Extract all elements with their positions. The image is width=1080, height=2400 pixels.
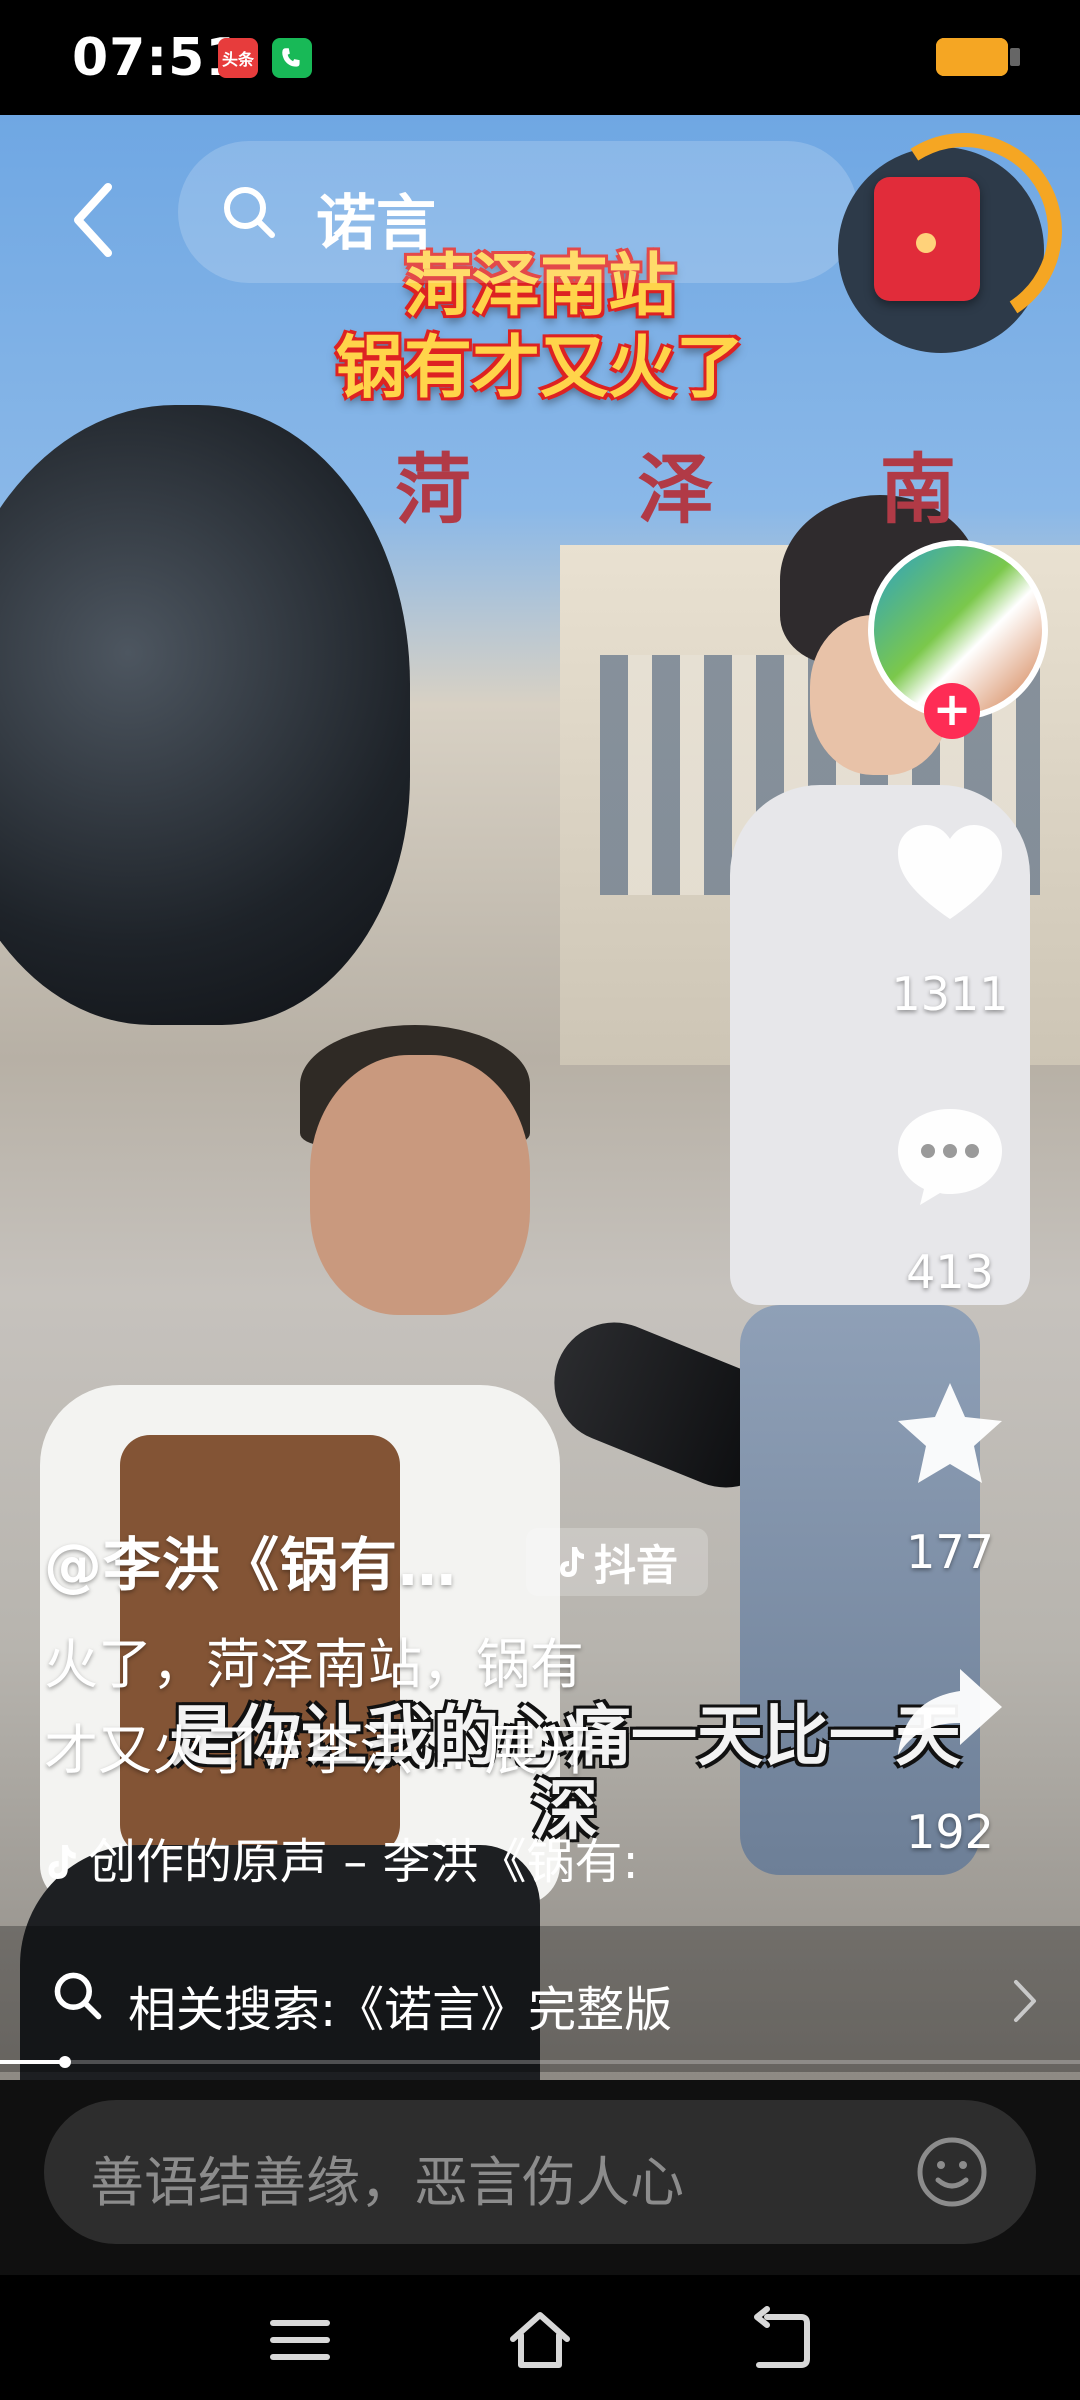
toutiao-app-icon: 头条 <box>218 38 258 78</box>
comment-count: 413 <box>906 1245 994 1299</box>
action-rail: + 1311 413 177 192 <box>820 520 1080 1940</box>
douyin-badge: 抖音 <box>526 1528 708 1596</box>
share-count: 192 <box>906 1805 994 1859</box>
author-name[interactable]: @李洪《锅有… <box>44 1518 457 1602</box>
battery-icon <box>936 38 1008 76</box>
post-description[interactable]: 火了，菏泽南站，锅有 才又火了#李洪… 展开 <box>44 1622 704 1794</box>
comment-icon <box>898 1109 1002 1205</box>
chevron-right-icon <box>1014 1980 1036 2022</box>
related-search-bar[interactable]: 相关搜索:《诺言》完整版 <box>0 1926 1080 2072</box>
phone-app-icon <box>272 38 312 78</box>
red-envelope-seal <box>916 233 936 253</box>
status-bar: 07:51 头条 <box>0 0 1080 115</box>
douyin-badge-label: 抖音 <box>593 1540 678 1590</box>
comment-placeholder: 善语结善缘，恶言伤人心 <box>90 2151 684 2214</box>
share-button[interactable]: 192 <box>890 1655 1010 1859</box>
search-query[interactable]: 诺言 <box>316 175 436 262</box>
related-search-text: 相关搜索:《诺言》完整版 <box>128 1982 673 2038</box>
video-progress-handle[interactable] <box>59 2056 71 2068</box>
battery-cap <box>1010 48 1020 66</box>
music-note-icon <box>48 1845 76 1879</box>
post-description-line-2: 才又火了#李洪… 展开 <box>44 1719 593 1782</box>
heart-icon <box>898 825 1002 919</box>
search-bar[interactable] <box>178 141 858 283</box>
system-nav-bar <box>0 2275 1080 2400</box>
home-icon[interactable] <box>505 2305 575 2375</box>
toutiao-label: 头条 <box>221 50 254 69</box>
like-button[interactable]: 1311 <box>890 815 1010 1021</box>
like-count: 1311 <box>891 967 1009 1021</box>
music-info[interactable]: 创作的原声 – 李洪《锅有: <box>44 1822 639 1892</box>
menu-icon[interactable] <box>265 2305 335 2375</box>
emoji-icon[interactable] <box>914 2134 990 2210</box>
video-progress-fill <box>0 2060 65 2064</box>
performer-head <box>310 1055 530 1315</box>
video-progress-track[interactable] <box>0 2060 1080 2064</box>
star-icon <box>898 1383 1002 1483</box>
status-time: 07:51 <box>72 28 243 88</box>
favorite-button[interactable]: 177 <box>890 1375 1010 1579</box>
music-title: 创作的原声 – 李洪《锅有: <box>88 1834 639 1890</box>
search-icon <box>224 187 275 238</box>
back-nav-icon[interactable] <box>745 2305 815 2375</box>
search-icon <box>54 1972 102 2020</box>
back-icon[interactable] <box>60 175 130 265</box>
douyin-note-icon <box>559 1547 584 1577</box>
top-bar: 诺言 <box>0 114 1080 353</box>
comment-area: 善语结善缘，恶言伤人心 <box>0 2080 1080 2275</box>
favorite-count: 177 <box>906 1525 994 1579</box>
share-icon <box>898 1669 1002 1755</box>
follow-button[interactable]: + <box>924 683 980 739</box>
comment-button[interactable]: 413 <box>890 1095 1010 1299</box>
post-description-line-1: 火了，菏泽南站，锅有 <box>44 1633 584 1696</box>
